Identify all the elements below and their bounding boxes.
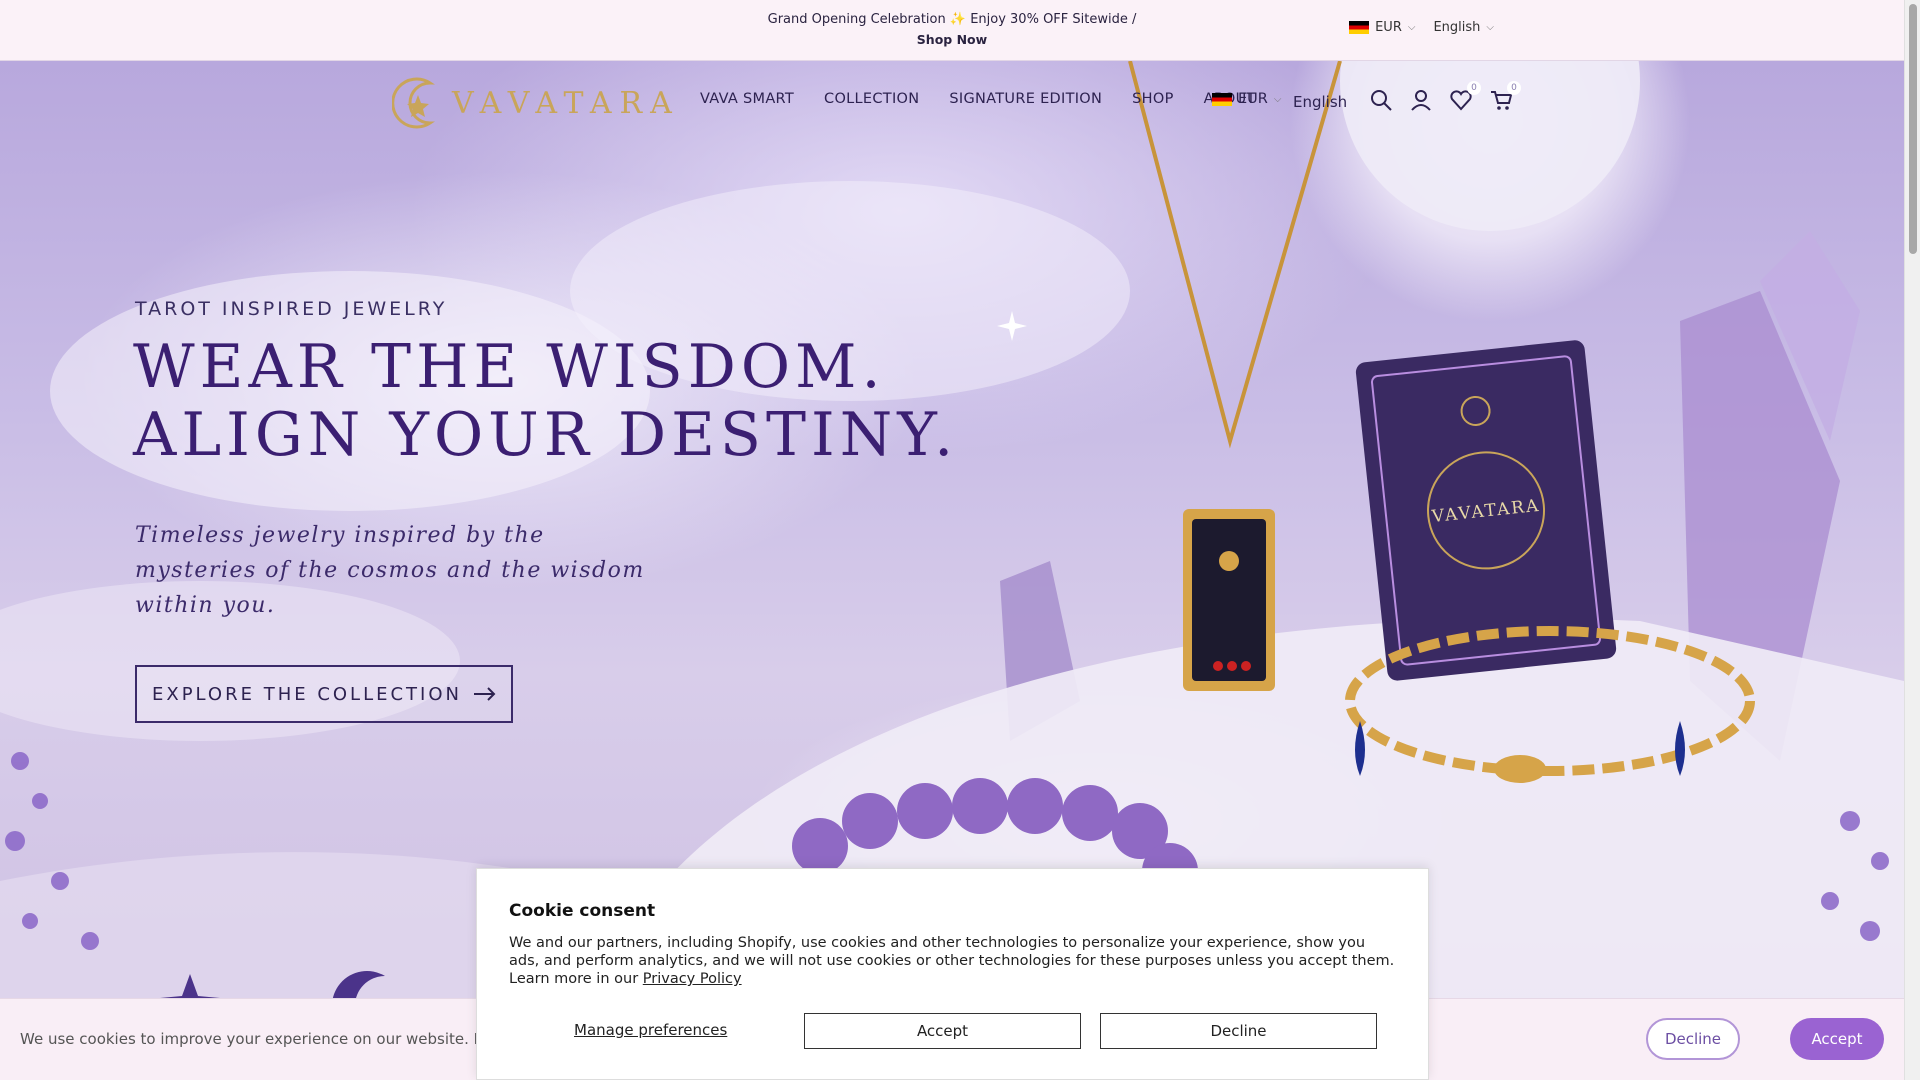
cookie-dialog-body: We and our partners, including Shopify, … (509, 934, 1399, 988)
chevron-down-icon: ⌵ (1486, 22, 1494, 33)
cookie-bar-accept-button[interactable]: Accept (1790, 1018, 1884, 1060)
hero-eyebrow: TAROT INSPIRED JEWELRY (135, 298, 448, 320)
crystal (1680, 291, 1840, 761)
nav-item-shop[interactable]: SHOP (1132, 91, 1173, 107)
cart-icon[interactable]: 0 (1490, 81, 1521, 111)
scrollbar-thumb[interactable] (1909, 4, 1917, 254)
pendant-label: THE STAR (1200, 679, 1260, 692)
germany-flag-icon (1349, 21, 1370, 34)
cookie-bar-decline-button[interactable]: Decline (1646, 1018, 1740, 1060)
hero-headline: WEAR THE WISDOM. ALIGN YOUR DESTINY. (133, 333, 958, 469)
tarot-card-label: VAVATARA (1430, 496, 1541, 527)
announcement-text: Grand Opening Celebration ✨ Enjoy 30% OF… (767, 12, 1137, 27)
nav-item-collection[interactable]: COLLECTION (824, 91, 919, 107)
explore-collection-button[interactable]: EXPLORE THE COLLECTION (135, 665, 513, 723)
cta-label: EXPLORE THE COLLECTION (151, 683, 462, 705)
primary-navigation: VAVA SMART COLLECTION SIGNATURE EDITION … (700, 91, 1256, 107)
hero-headline-line-1: WEAR THE WISDOM. (133, 332, 886, 402)
nav-language-selector[interactable]: English (1293, 93, 1347, 111)
tarot-card: VAVATARA (1355, 340, 1617, 681)
cookie-bar-text: We use cookies to improve your experienc… (20, 1030, 523, 1048)
nav-currency-selector[interactable]: EUR ⌵ (1212, 91, 1281, 107)
lavender-flowers (5, 752, 99, 950)
nav-language-label: English (1293, 93, 1348, 111)
nav-item-vava-smart[interactable]: VAVA SMART (700, 91, 794, 107)
germany-flag-icon (1212, 92, 1232, 106)
language-selector[interactable]: English ⌵ (1433, 20, 1494, 35)
locale-selectors: EUR ⌵ English ⌵ (1349, 20, 1494, 35)
nav-item-signature-edition[interactable]: SIGNATURE EDITION (949, 91, 1102, 107)
nav-currency-label: EUR (1238, 91, 1268, 107)
pendant: THE STAR (1183, 509, 1275, 692)
hero-subcopy: Timeless jewelry inspired by the mysteri… (135, 523, 645, 618)
gold-bracelet (1345, 626, 1755, 776)
hero-headline-line-2: ALIGN YOUR DESTINY. (133, 400, 959, 470)
wishlist-count-badge: 0 (1467, 81, 1481, 95)
language-label: English (1433, 20, 1481, 35)
cookie-decline-button[interactable]: Decline (1100, 1013, 1377, 1049)
brand-name: VAVATARA (452, 85, 680, 121)
cookie-dialog-title: Cookie consent (509, 901, 656, 921)
manage-preferences-link[interactable]: Manage preferences (574, 1021, 727, 1039)
cookie-accept-button[interactable]: Accept (804, 1013, 1081, 1049)
shop-now-link[interactable]: Shop Now (0, 30, 1904, 50)
header-actions: 0 0 (1370, 81, 1521, 111)
brand-logo[interactable]: VAVATARA (392, 75, 680, 131)
currency-label: EUR (1375, 20, 1402, 35)
chevron-down-icon: ⌵ (1407, 22, 1416, 33)
cart-count-badge: 0 (1507, 81, 1521, 95)
main-header: VAVATARA VAVA SMART COLLECTION SIGNATURE… (0, 61, 1904, 141)
currency-selector[interactable]: EUR ⌵ (1349, 20, 1415, 35)
logo-moon-icon (392, 77, 435, 129)
privacy-policy-link[interactable]: Privacy Policy (643, 971, 742, 987)
wishlist-heart-icon[interactable]: 0 (1450, 81, 1481, 111)
page-scrollbar[interactable] (1904, 0, 1920, 1080)
account-icon[interactable] (1410, 89, 1432, 111)
cookie-consent-dialog: Cookie consent We and our partners, incl… (476, 868, 1429, 1080)
search-icon[interactable] (1370, 89, 1392, 111)
announcement-bar: Grand Opening Celebration ✨ Enjoy 30% OF… (0, 0, 1904, 61)
chevron-down-icon: ⌵ (1273, 93, 1282, 105)
arrow-right-icon (474, 687, 496, 701)
announcement-text-block: Grand Opening Celebration ✨ Enjoy 30% OF… (0, 10, 1904, 50)
